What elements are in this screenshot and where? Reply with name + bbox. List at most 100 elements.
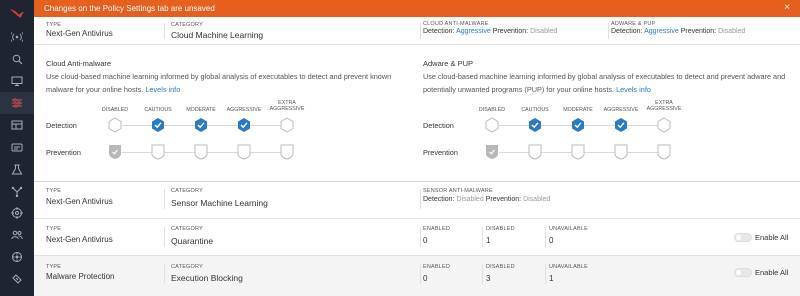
- detection-cautious-hex[interactable]: [150, 117, 166, 133]
- enabled-count: 0: [423, 274, 428, 283]
- enable-all-toggle[interactable]: [734, 268, 752, 277]
- detection-disabled-hex[interactable]: [107, 117, 123, 133]
- type-value: Next-Gen Antivirus: [46, 235, 113, 244]
- level-cautious: CAUTIOUS: [521, 107, 549, 113]
- discover-icon[interactable]: [0, 158, 34, 180]
- enable-all-toggle[interactable]: [734, 233, 752, 242]
- support-icon[interactable]: [0, 268, 34, 290]
- unavailable-label: UNAVAILABLE: [549, 264, 588, 270]
- disabled-count: 1: [486, 236, 491, 245]
- prevention-label: Prevention:: [680, 28, 717, 35]
- level-extra-line: AGGRESSIVE: [269, 106, 305, 112]
- cloud-anti-malware-description: Use cloud-based machine learning informe…: [46, 70, 416, 96]
- unavailable-count: 1: [549, 274, 554, 283]
- detection-value: Disabled: [456, 196, 484, 203]
- enable-all-label[interactable]: Enable All: [755, 268, 788, 277]
- prevention-label: Prevention:: [485, 196, 522, 203]
- sensor-ml-section[interactable]: TYPE Next-Gen Antivirus CATEGORY Sensor …: [34, 182, 800, 218]
- investigate-icon[interactable]: [0, 48, 34, 70]
- detection-extra-aggressive-hex[interactable]: [279, 117, 295, 133]
- settings-icon[interactable]: [0, 246, 34, 268]
- divider: [34, 44, 800, 45]
- enable-all-label[interactable]: Enable All: [755, 233, 788, 242]
- threat-graph-icon[interactable]: [0, 180, 34, 202]
- divider: [420, 264, 421, 284]
- levels-info-link[interactable]: Levels info: [145, 85, 180, 94]
- level-disabled: DISABLED: [101, 107, 129, 113]
- prevention-aggressive-shield[interactable]: [614, 144, 628, 160]
- banner-message: Changes on the Policy Settings tab are u…: [44, 4, 215, 13]
- detection-moderate-hex[interactable]: [193, 117, 209, 133]
- prevention-label: Prevention:: [492, 28, 529, 35]
- toggle-knob: [736, 270, 741, 275]
- prevention-disabled-shield[interactable]: [485, 144, 499, 160]
- prevention-moderate-shield[interactable]: [571, 144, 585, 160]
- configuration-icon[interactable]: [0, 92, 34, 114]
- divider: [420, 189, 421, 209]
- type-value: Next-Gen Antivirus: [46, 29, 113, 38]
- detection-aggressive-hex[interactable]: [236, 117, 252, 133]
- type-label: TYPE: [46, 22, 62, 28]
- cloud-anti-malware-title: Cloud Anti-malware: [46, 59, 112, 68]
- prevention-cautious-shield[interactable]: [528, 144, 542, 160]
- prevention-extra-aggressive-shield[interactable]: [280, 144, 294, 160]
- activity-icon[interactable]: [0, 26, 34, 48]
- prevention-value: Disabled: [718, 28, 746, 35]
- description-line: Use cloud-based machine learning informe…: [423, 72, 786, 81]
- detection-cautious-hex[interactable]: [527, 117, 543, 133]
- divider: [164, 264, 165, 284]
- category-value: Quarantine: [171, 236, 214, 246]
- description-line: malware for your online hosts.: [46, 85, 144, 94]
- detection-aggressive-hex[interactable]: [613, 117, 629, 133]
- detection-row-label: Detection: [423, 121, 454, 130]
- level-cautious: CAUTIOUS: [144, 107, 172, 113]
- enabled-label: ENABLED: [423, 264, 451, 270]
- execution-blocking-section[interactable]: TYPE Malware Protection CATEGORY Executi…: [34, 256, 800, 296]
- summary-label: SENSOR ANTI-MALWARE: [423, 188, 493, 194]
- level-aggressive: AGGRESSIVE: [226, 107, 262, 113]
- description-line: Use cloud-based machine learning informe…: [46, 72, 392, 81]
- detection-value: Aggressive: [456, 28, 491, 35]
- toggle-knob: [736, 235, 741, 240]
- dashboards-icon[interactable]: [0, 114, 34, 136]
- unavailable-count: 0: [549, 236, 554, 245]
- detection-label: Detection:: [611, 28, 643, 35]
- level-moderate: MODERATE: [563, 107, 593, 113]
- adware-pup-summary: Detection: Aggressive Prevention: Disabl…: [611, 28, 745, 35]
- spotlight-icon[interactable]: [0, 136, 34, 158]
- prevention-row-label: Prevention: [423, 148, 458, 157]
- type-value: Malware Protection: [46, 272, 115, 281]
- disabled-label: DISABLED: [486, 264, 515, 270]
- category-value: Execution Blocking: [171, 273, 243, 283]
- intelligence-icon[interactable]: [0, 202, 34, 224]
- prevention-extra-aggressive-shield[interactable]: [657, 144, 671, 160]
- prevention-moderate-shield[interactable]: [194, 144, 208, 160]
- sensor-anti-malware-summary: Detection: Disabled Prevention: Disabled: [423, 196, 550, 203]
- enabled-label: ENABLED: [423, 226, 451, 232]
- unavailable-label: UNAVAILABLE: [549, 226, 588, 232]
- users-icon[interactable]: [0, 224, 34, 246]
- prevention-value: Disabled: [530, 28, 558, 35]
- prevention-disabled-shield[interactable]: [108, 144, 122, 160]
- prevention-aggressive-shield[interactable]: [237, 144, 251, 160]
- detection-extra-aggressive-hex[interactable]: [656, 117, 672, 133]
- prevention-cautious-shield[interactable]: [151, 144, 165, 160]
- detection-disabled-hex[interactable]: [484, 117, 500, 133]
- quarantine-section[interactable]: TYPE Next-Gen Antivirus CATEGORY Quarant…: [34, 219, 800, 255]
- falcon-logo-icon[interactable]: [0, 0, 34, 26]
- levels-info-link[interactable]: Levels info: [616, 85, 651, 94]
- policy-settings-content: TYPE Next-Gen Antivirus CATEGORY Cloud M…: [34, 17, 800, 296]
- level-extra-line: AGGRESSIVE: [646, 106, 682, 112]
- detection-moderate-hex[interactable]: [570, 117, 586, 133]
- category-value: Sensor Machine Learning: [171, 198, 268, 208]
- enabled-count: 0: [423, 236, 428, 245]
- category-label: CATEGORY: [171, 226, 203, 232]
- type-value: Next-Gen Antivirus: [46, 197, 113, 206]
- level-extra-aggressive: EXTRA AGGRESSIVE: [265, 100, 309, 112]
- divider: [164, 227, 165, 247]
- prevention-value: Disabled: [523, 196, 551, 203]
- prevention-row-label: Prevention: [46, 148, 81, 157]
- adware-pup-description: Use cloud-based machine learning informe…: [423, 70, 800, 96]
- close-icon[interactable]: ×: [784, 2, 790, 13]
- hosts-icon[interactable]: [0, 70, 34, 92]
